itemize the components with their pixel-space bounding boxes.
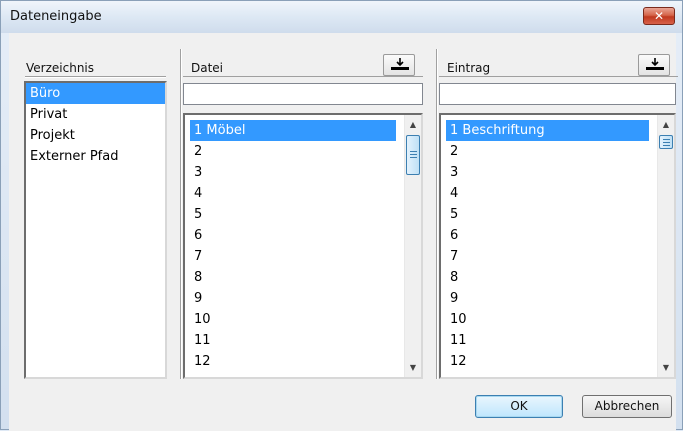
scroll-down-icon[interactable]: ▼ (405, 360, 421, 376)
datei-load-button[interactable] (383, 54, 415, 76)
datei-list-item[interactable]: 2 (190, 141, 396, 162)
cancel-button[interactable]: Abbrechen (582, 395, 672, 418)
datei-scrollbar[interactable]: ▲ ▼ (404, 115, 421, 377)
datei-label: Datei (191, 61, 224, 75)
eintrag-list-item[interactable]: 1 Beschriftung (446, 120, 649, 141)
datei-list-item[interactable]: 10 (190, 309, 396, 330)
eintrag-load-button[interactable] (638, 54, 670, 76)
eintrag-label: Eintrag (447, 61, 491, 75)
close-icon: ✕ (653, 9, 665, 23)
eintrag-list-item[interactable]: 12 (446, 351, 649, 372)
close-button[interactable]: ✕ (643, 7, 675, 25)
download-icon (646, 58, 664, 70)
eintrag-list-item[interactable]: 11 (446, 330, 649, 351)
verzeichnis-list: Büro Privat Projekt Externer Pfad (26, 83, 165, 167)
eintrag-list-item[interactable]: 10 (446, 309, 649, 330)
eintrag-list: 1 Beschriftung 2 3 4 5 6 7 8 9 10 11 12 (441, 115, 649, 372)
ok-button[interactable]: OK (475, 395, 563, 418)
scroll-thumb[interactable] (659, 135, 673, 149)
datei-list-item[interactable]: 7 (190, 246, 396, 267)
eintrag-listbox[interactable]: 1 Beschriftung 2 3 4 5 6 7 8 9 10 11 12 ▲ ▼ (439, 113, 676, 379)
eintrag-list-item[interactable]: 2 (446, 141, 649, 162)
verzeichnis-list-item[interactable]: Projekt (26, 125, 165, 146)
scroll-up-icon[interactable]: ▲ (405, 117, 421, 133)
scroll-thumb[interactable] (406, 135, 420, 175)
verzeichnis-list-item[interactable]: Privat (26, 104, 165, 125)
eintrag-list-item[interactable]: 3 (446, 162, 649, 183)
eintrag-list-item[interactable]: 9 (446, 288, 649, 309)
eintrag-scrollbar[interactable]: ▲ ▼ (657, 115, 674, 377)
datei-list-item[interactable]: 3 (190, 162, 396, 183)
verzeichnis-listbox[interactable]: Büro Privat Projekt Externer Pfad (24, 81, 167, 379)
download-icon (391, 58, 409, 70)
eintrag-list-item[interactable]: 7 (446, 246, 649, 267)
datei-list: 1 Möbel 2 3 4 5 6 7 8 9 10 11 12 (185, 115, 396, 372)
eintrag-filter-input[interactable] (439, 83, 676, 105)
title-bar[interactable]: Dateneingabe ✕ (1, 1, 682, 33)
eintrag-list-item[interactable]: 5 (446, 204, 649, 225)
datei-list-item[interactable]: 5 (190, 204, 396, 225)
datei-list-item[interactable]: 4 (190, 183, 396, 204)
verzeichnis-list-item[interactable]: Büro (26, 83, 165, 104)
eintrag-list-item[interactable]: 8 (446, 267, 649, 288)
datei-list-item[interactable]: 12 (190, 351, 396, 372)
verzeichnis-list-item[interactable]: Externer Pfad (26, 146, 165, 167)
scroll-up-icon[interactable]: ▲ (658, 117, 674, 133)
eintrag-list-item[interactable]: 6 (446, 225, 649, 246)
datei-list-item[interactable]: 6 (190, 225, 396, 246)
scroll-down-icon[interactable]: ▼ (658, 360, 674, 376)
datei-list-item[interactable]: 9 (190, 288, 396, 309)
verzeichnis-label: Verzeichnis (26, 61, 95, 75)
datei-list-item[interactable]: 11 (190, 330, 396, 351)
dialog-window: Dateneingabe ✕ Verzeichnis Büro Privat Pro… (0, 0, 683, 431)
dialog-client: Verzeichnis Büro Privat Projekt Externer Pf… (9, 33, 678, 431)
eintrag-list-item[interactable]: 4 (446, 183, 649, 204)
datei-list-item[interactable]: 1 Möbel (190, 120, 396, 141)
datei-list-item[interactable]: 8 (190, 267, 396, 288)
datei-filter-input[interactable] (183, 83, 423, 105)
window-title: Dateneingabe (10, 9, 102, 24)
datei-listbox[interactable]: 1 Möbel 2 3 4 5 6 7 8 9 10 11 12 ▲ ▼ (183, 113, 423, 379)
